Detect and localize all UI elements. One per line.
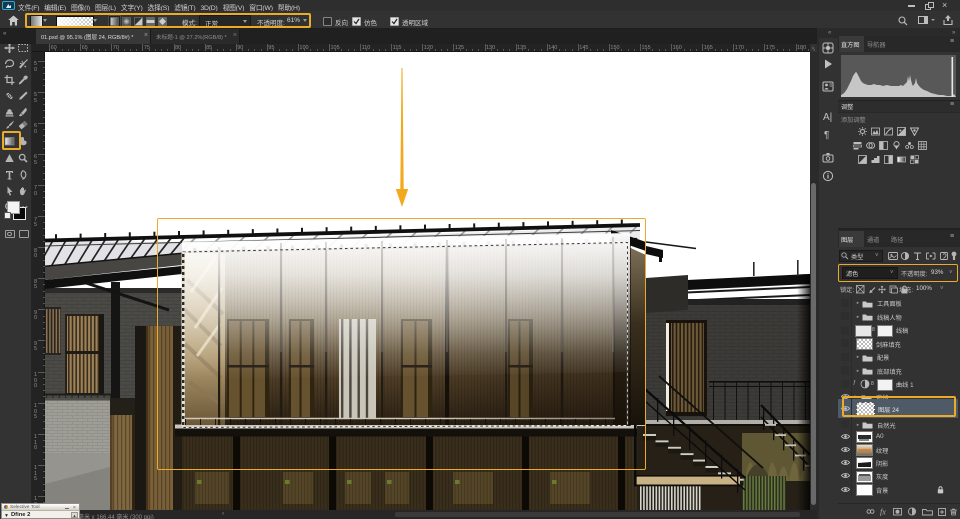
svg-text:¶: ¶	[824, 130, 829, 140]
svg-text:A|: A|	[823, 112, 832, 123]
svg-text:fx: fx	[880, 508, 886, 517]
